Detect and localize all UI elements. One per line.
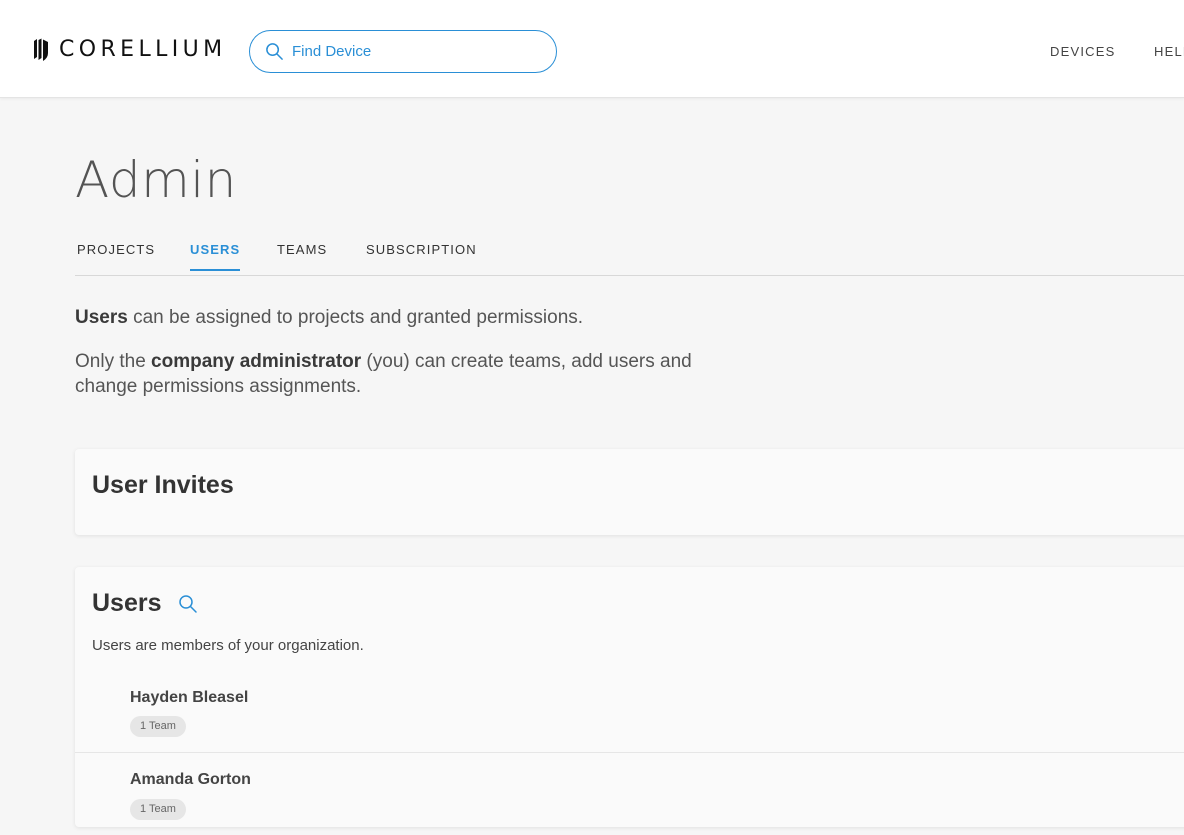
users-title: Users [92, 589, 162, 617]
team-count-badge: 1 Team [130, 716, 186, 737]
page-title: Admin [75, 151, 237, 209]
users-subtitle: Users are members of your organization. [92, 637, 364, 654]
users-search-icon[interactable] [178, 594, 198, 614]
user-name[interactable]: Amanda Gorton [130, 771, 251, 789]
user-invites-title: User Invites [92, 471, 234, 499]
find-device-search[interactable] [249, 30, 557, 73]
admin-description: Only the company administrator (you) can… [75, 349, 695, 399]
users-card: Users Users are members of your organiza… [75, 567, 1184, 827]
corellium-logo-icon [34, 38, 48, 61]
search-icon [266, 43, 283, 60]
nav-help[interactable]: HELP [1154, 44, 1184, 59]
user-row[interactable]: Hayden Bleasel 1 Team [75, 671, 1184, 753]
tab-subscription[interactable]: SUBSCRIPTION [366, 242, 477, 269]
users-description-bold: Users [75, 307, 128, 328]
user-row[interactable]: Amanda Gorton 1 Team [75, 753, 1184, 835]
users-description: Users can be assigned to projects and gr… [75, 305, 695, 330]
logo-wordmark: CORELLIUM [59, 37, 227, 62]
admin-description-pre: Only the [75, 351, 152, 372]
user-name[interactable]: Hayden Bleasel [130, 689, 248, 707]
user-invites-card: User Invites [75, 449, 1184, 535]
tab-projects[interactable]: PROJECTS [77, 242, 155, 269]
top-bar: CORELLIUM DEVICES HELP [0, 0, 1184, 98]
tab-users[interactable]: USERS [190, 242, 241, 271]
nav-devices[interactable]: DEVICES [1050, 44, 1115, 59]
corellium-logo[interactable]: CORELLIUM [33, 38, 227, 62]
tab-teams[interactable]: TEAMS [277, 242, 327, 269]
admin-description-bold: company administrator [151, 351, 362, 372]
users-description-text: can be assigned to projects and granted … [127, 307, 584, 328]
admin-tabs: PROJECTS USERS TEAMS SUBSCRIPTION [75, 238, 1184, 276]
team-count-badge: 1 Team [130, 799, 186, 820]
find-device-input[interactable] [290, 42, 530, 61]
